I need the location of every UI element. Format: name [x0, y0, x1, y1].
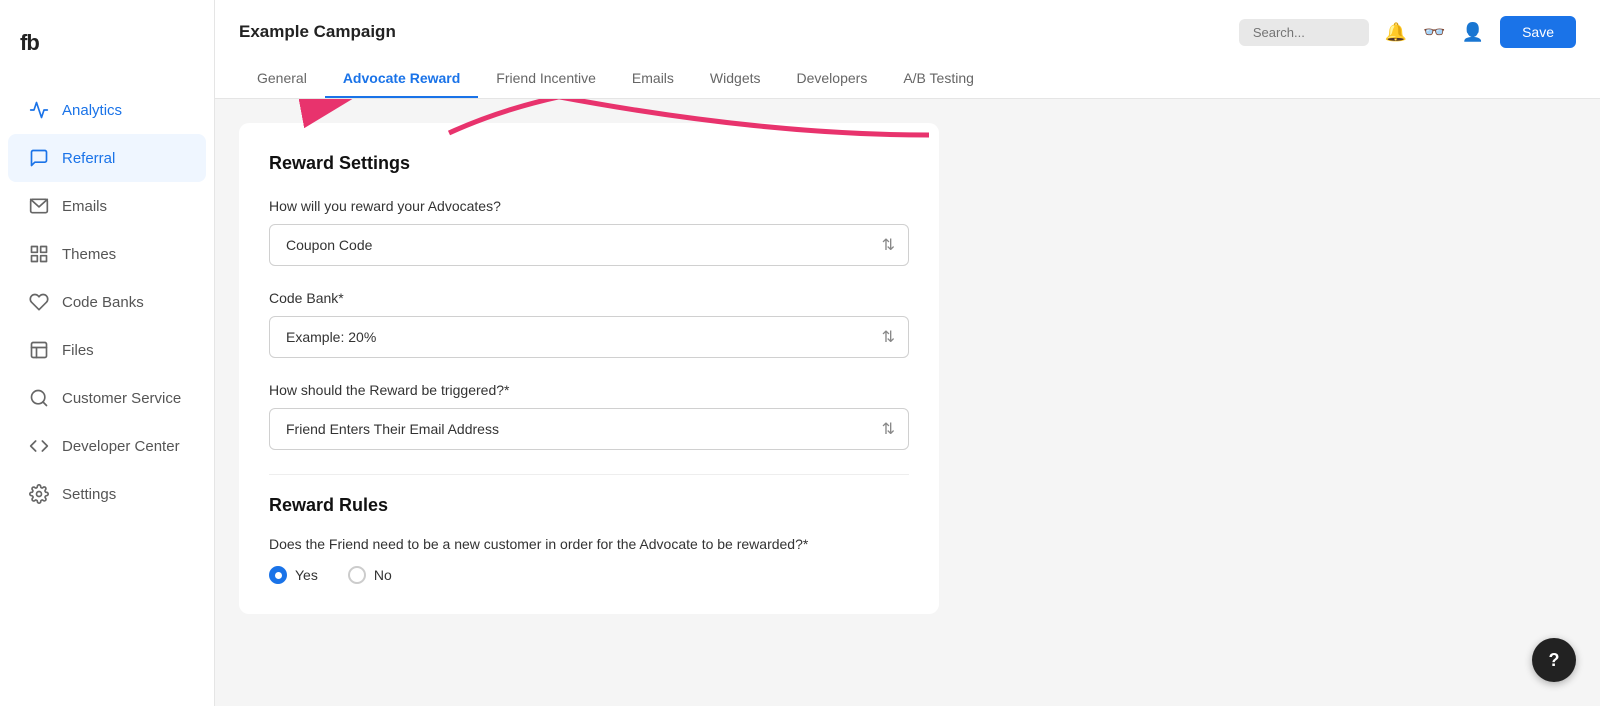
how-reward-label: How will you reward your Advocates?: [269, 198, 909, 214]
sidebar-item-label-customerservice: Customer Service: [62, 390, 181, 407]
sidebar-item-label-developercenter: Developer Center: [62, 438, 180, 455]
tab-developers[interactable]: Developers: [779, 60, 886, 98]
radio-no-label: No: [374, 567, 392, 583]
codebanks-icon: [28, 291, 50, 313]
sidebar-item-developercenter[interactable]: Developer Center: [8, 422, 206, 470]
glasses-icon[interactable]: 👓: [1423, 22, 1445, 43]
tab-widgets[interactable]: Widgets: [692, 60, 779, 98]
trigger-wrapper: Friend Enters Their Email Address Friend…: [269, 408, 909, 450]
sidebar-item-themes[interactable]: Themes: [8, 230, 206, 278]
code-bank-label: Code Bank*: [269, 290, 909, 306]
new-customer-label: Does the Friend need to be a new custome…: [269, 536, 909, 552]
sidebar-item-label-codebanks: Code Banks: [62, 294, 144, 311]
code-bank-select[interactable]: Example: 20%: [269, 316, 909, 358]
logo: fb: [0, 20, 214, 86]
search-input[interactable]: [1239, 19, 1369, 46]
reward-settings-title: Reward Settings: [269, 153, 909, 174]
reward-type-select[interactable]: Coupon Code Points Gift Card: [269, 224, 909, 266]
page-title: Example Campaign: [239, 22, 396, 42]
radio-yes-label: Yes: [295, 567, 318, 583]
sidebar-item-referral[interactable]: Referral: [8, 134, 206, 182]
tab-advocatereward[interactable]: Advocate Reward: [325, 60, 478, 98]
user-icon[interactable]: 👤: [1462, 22, 1484, 43]
content-area: Reward Settings How will you reward your…: [215, 99, 1600, 706]
reward-rules-title: Reward Rules: [269, 474, 909, 516]
sidebar-item-label-themes: Themes: [62, 246, 116, 263]
trigger-label: How should the Reward be triggered?*: [269, 382, 909, 398]
radio-no[interactable]: No: [348, 566, 392, 584]
sidebar-item-label-settings: Settings: [62, 486, 116, 503]
sidebar-item-customerservice[interactable]: Customer Service: [8, 374, 206, 422]
trigger-select[interactable]: Friend Enters Their Email Address Friend…: [269, 408, 909, 450]
reward-type-wrapper: Coupon Code Points Gift Card ⇅: [269, 224, 909, 266]
header-actions: 🔔 👓 👤 Save: [1239, 16, 1576, 48]
tab-abtesting[interactable]: A/B Testing: [885, 60, 992, 98]
radio-yes[interactable]: Yes: [269, 566, 318, 584]
sidebar-item-label-emails: Emails: [62, 198, 107, 215]
code-bank-wrapper: Example: 20% ⇅: [269, 316, 909, 358]
sidebar-item-label-analytics: Analytics: [62, 102, 122, 119]
developercenter-icon: [28, 435, 50, 457]
radio-no-dot: [348, 566, 366, 584]
sidebar-item-analytics[interactable]: Analytics: [8, 86, 206, 134]
reward-settings-card: Reward Settings How will you reward your…: [239, 123, 939, 614]
sidebar-item-settings[interactable]: Settings: [8, 470, 206, 518]
new-customer-radio-group: Yes No: [269, 566, 909, 584]
files-icon: [28, 339, 50, 361]
header-top: Example Campaign 🔔 👓 👤 Save: [239, 0, 1576, 48]
settings-icon: [28, 483, 50, 505]
save-button[interactable]: Save: [1500, 16, 1576, 48]
sidebar-item-label-files: Files: [62, 342, 94, 359]
themes-icon: [28, 243, 50, 265]
tab-friendincentive[interactable]: Friend Incentive: [478, 60, 614, 98]
emails-icon: [28, 195, 50, 217]
sidebar-item-emails[interactable]: Emails: [8, 182, 206, 230]
tab-emails[interactable]: Emails: [614, 60, 692, 98]
tab-general[interactable]: General: [239, 60, 325, 98]
sidebar-item-codebanks[interactable]: Code Banks: [8, 278, 206, 326]
help-button[interactable]: ?: [1532, 638, 1576, 682]
sidebar-item-label-referral: Referral: [62, 150, 115, 167]
referral-icon: [28, 147, 50, 169]
tab-bar: General Advocate Reward Friend Incentive…: [239, 60, 1576, 98]
main-area: Example Campaign 🔔 👓 👤 Save General Advo…: [215, 0, 1600, 706]
customerservice-icon: [28, 387, 50, 409]
bell-icon[interactable]: 🔔: [1385, 22, 1407, 43]
header: Example Campaign 🔔 👓 👤 Save General Advo…: [215, 0, 1600, 99]
analytics-icon: [28, 99, 50, 121]
radio-yes-dot: [269, 566, 287, 584]
sidebar-item-files[interactable]: Files: [8, 326, 206, 374]
sidebar: fb Analytics Referral Emails: [0, 0, 215, 706]
